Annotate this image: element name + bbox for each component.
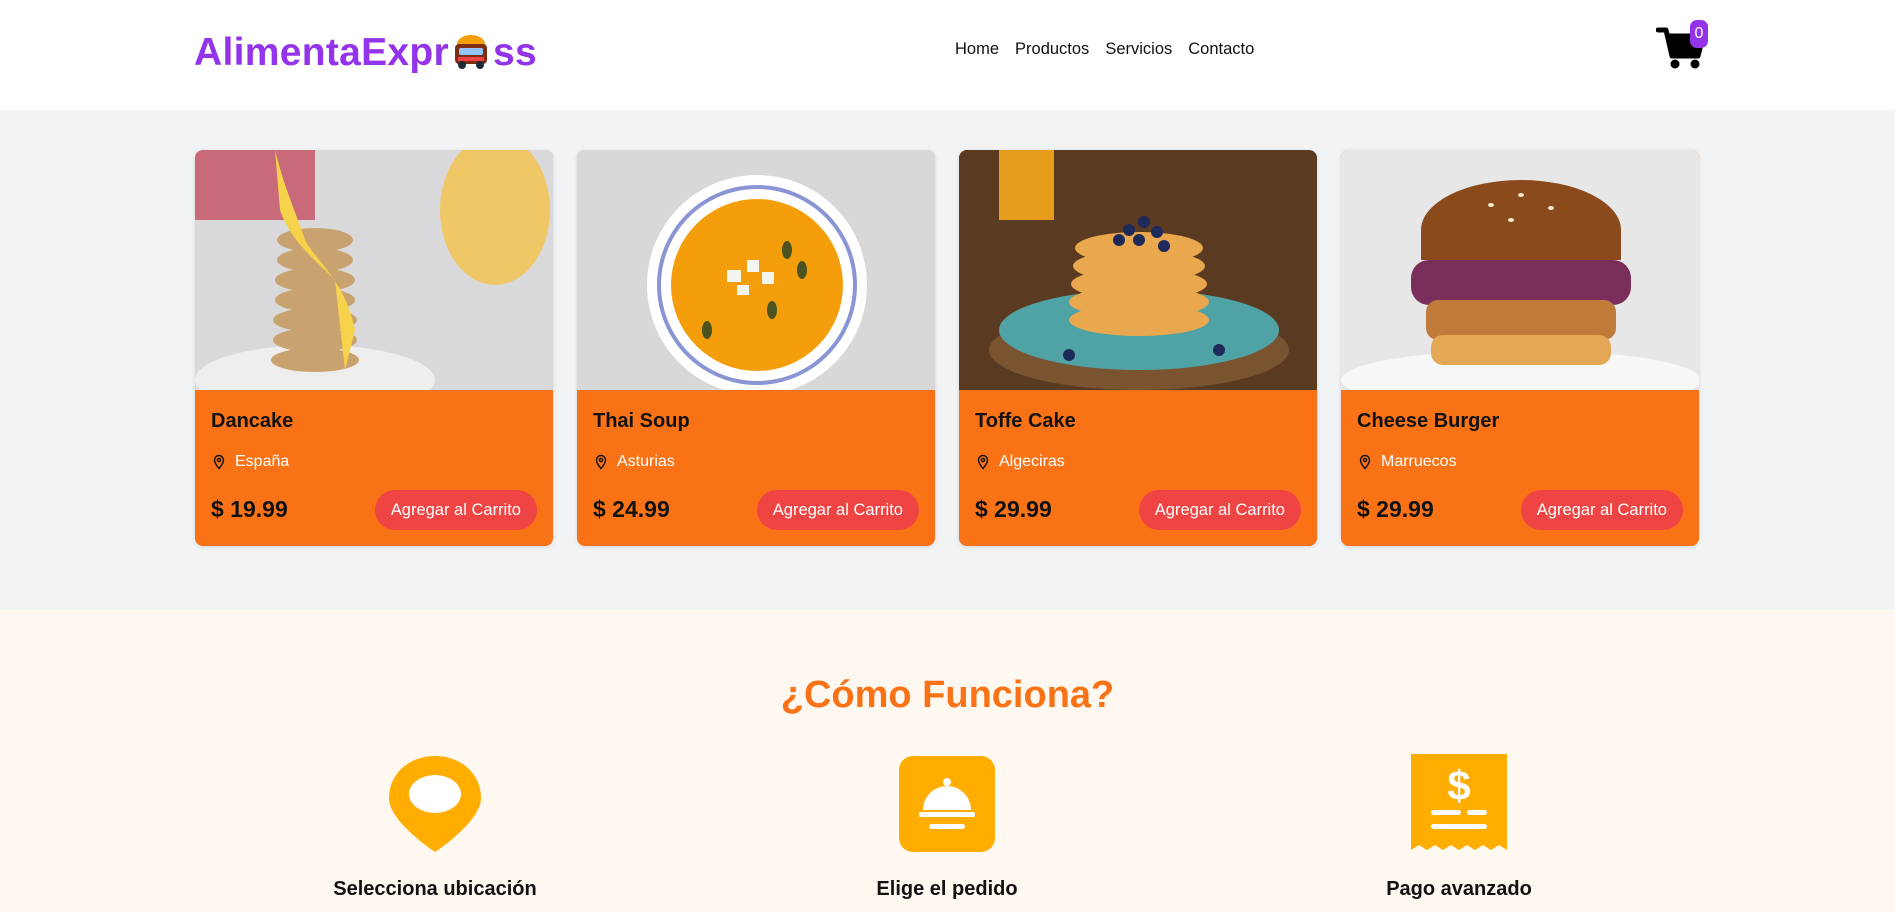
step-select-location: Selecciona ubicación [285, 754, 585, 901]
add-to-cart-button[interactable]: Agregar al Carrito [756, 490, 919, 530]
nav-home[interactable]: Home [955, 40, 999, 59]
section-title: ¿Cómo Funciona? [780, 674, 1115, 716]
map-pin-icon [389, 756, 481, 852]
product-location-text: Asturias [617, 453, 675, 470]
add-to-cart-button[interactable]: Agregar al Carrito [1138, 490, 1301, 530]
product-location: España [211, 453, 289, 471]
product-card-body: Dancake España $ 19.99 Agregar al Carrit… [195, 390, 553, 546]
nav-contacto[interactable]: Contacto [1188, 40, 1254, 59]
product-image-thai-soup [577, 150, 935, 390]
product-location: Algeciras [975, 453, 1065, 471]
location-pin-icon [1359, 454, 1371, 470]
product-card-body: Cheese Burger Marruecos $ 29.99 Agregar … [1341, 390, 1699, 546]
product-location: Marruecos [1357, 453, 1457, 471]
product-location-text: Marruecos [1381, 453, 1457, 470]
location-pin-icon [595, 454, 607, 470]
product-card: Thai Soup Asturias $ 24.99 Agregar al Ca… [577, 150, 935, 546]
nav-servicios[interactable]: Servicios [1105, 40, 1172, 59]
product-name: Thai Soup [593, 410, 690, 432]
brand-name-part2: ss [493, 31, 537, 74]
product-name: Toffe Cake [975, 410, 1076, 432]
add-to-cart-button[interactable]: Agregar al Carrito [1520, 490, 1683, 530]
product-image-dancake [195, 150, 553, 390]
product-image-toffe-cake [959, 150, 1317, 390]
products-section: Dancake España $ 19.99 Agregar al Carrit… [0, 110, 1895, 610]
product-card-body: Thai Soup Asturias $ 24.99 Agregar al Ca… [577, 390, 935, 546]
food-truck-icon [455, 35, 488, 69]
product-name: Cheese Burger [1357, 410, 1500, 432]
svg-text:$: $ [1447, 762, 1470, 809]
location-pin-icon [213, 454, 225, 470]
how-it-works-section: ¿Cómo Funciona? Selecciona ubicación Eli… [0, 610, 1895, 912]
receipt-dollar-icon: $ [1411, 754, 1507, 850]
add-to-cart-button[interactable]: Agregar al Carrito [374, 490, 537, 530]
food-cloche-icon [899, 756, 995, 852]
location-pin-icon [977, 454, 989, 470]
product-price: $ 29.99 [975, 496, 1052, 522]
product-price: $ 24.99 [593, 496, 670, 522]
cart-count-badge: 0 [1690, 20, 1708, 48]
step-choose-order: Elige el pedido [797, 754, 1097, 901]
product-location-text: Algeciras [999, 453, 1065, 470]
brand-logo[interactable]: AlimentaExpr ss [194, 31, 537, 75]
product-card: Toffe Cake Algeciras $ 29.99 Agregar al … [959, 150, 1317, 546]
step-advance-payment: $ Pago avanzado [1309, 754, 1609, 901]
product-location-text: España [235, 453, 290, 470]
product-location: Asturias [593, 453, 675, 471]
step-label: Pago avanzado [1386, 878, 1532, 900]
product-name: Dancake [211, 410, 294, 432]
main-nav: Home Productos Servicios Contacto [955, 40, 1254, 59]
step-label: Elige el pedido [876, 878, 1018, 900]
product-price: $ 29.99 [1357, 496, 1434, 522]
site-header: AlimentaExpr ss Home Productos Servicios… [0, 0, 1895, 110]
product-card: Cheese Burger Marruecos $ 29.99 Agregar … [1341, 150, 1699, 546]
nav-productos[interactable]: Productos [1015, 40, 1089, 59]
product-image-cheese-burger [1341, 150, 1699, 390]
product-card-body: Toffe Cake Algeciras $ 29.99 Agregar al … [959, 390, 1317, 546]
step-label: Selecciona ubicación [333, 878, 537, 900]
product-price: $ 19.99 [211, 496, 288, 522]
product-card: Dancake España $ 19.99 Agregar al Carrit… [195, 150, 553, 546]
brand-name-part1: AlimentaExpr [194, 31, 450, 74]
